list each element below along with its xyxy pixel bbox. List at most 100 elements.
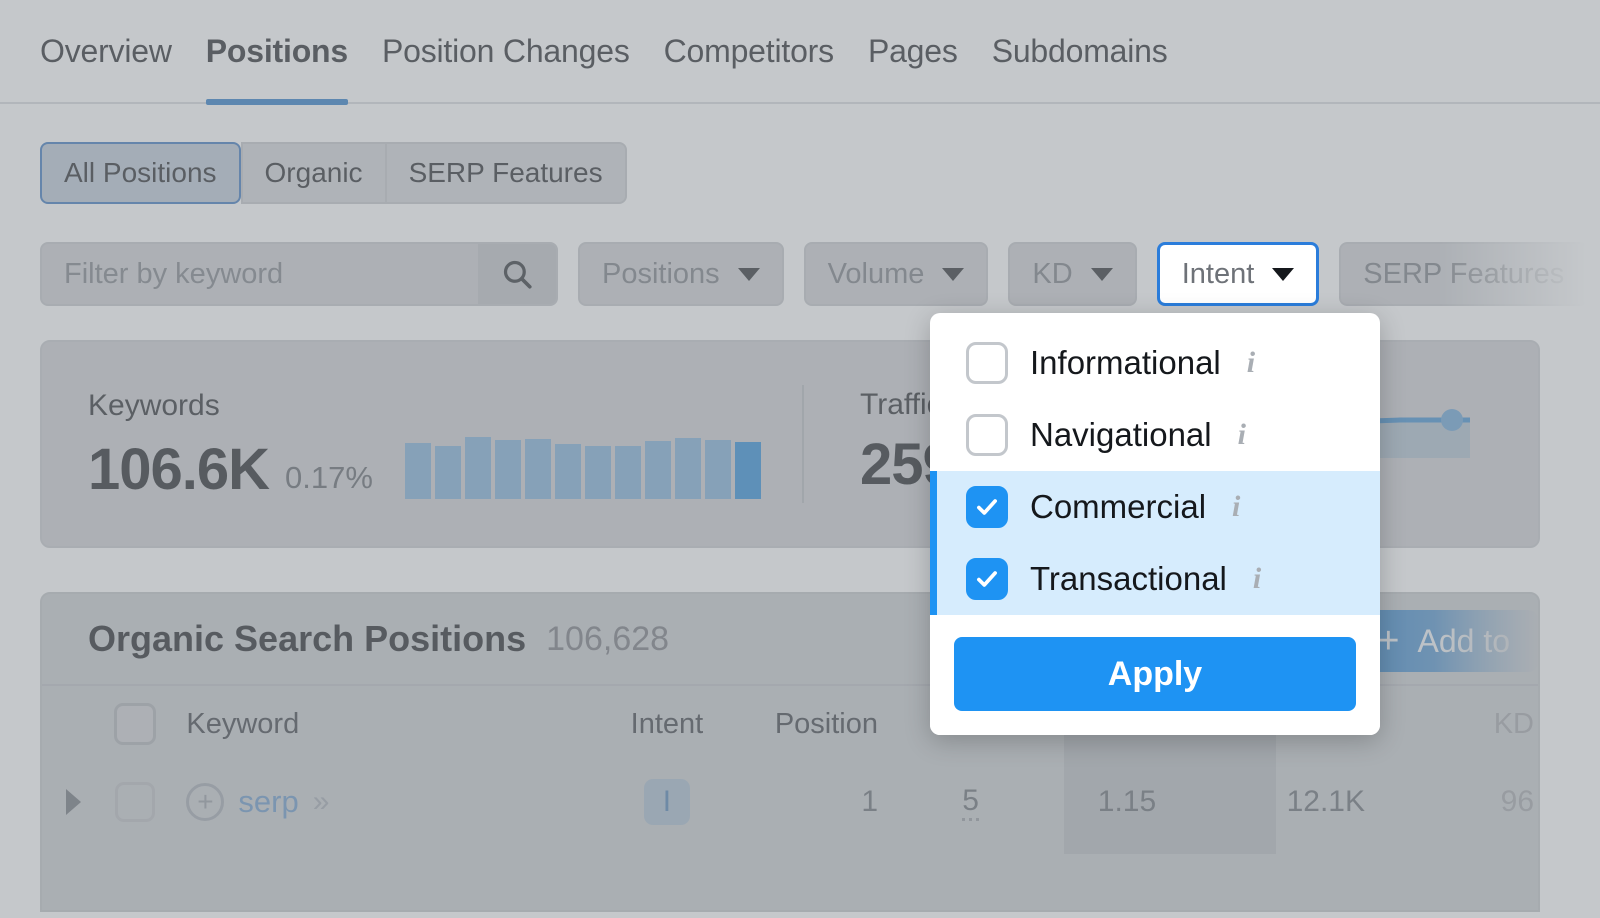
expand-row-cell[interactable] [42, 789, 104, 815]
select-all-cell[interactable] [104, 703, 166, 745]
sparkline-bar [434, 446, 461, 499]
informational-checkbox[interactable] [966, 342, 1008, 384]
filter-label: Volume [827, 257, 925, 290]
add-to-label: Add to [1417, 622, 1510, 659]
keyword-search-box[interactable]: Filter by keyword [40, 242, 558, 306]
column-header-intent[interactable]: Intent [582, 708, 752, 741]
tab-label: Position Changes [381, 32, 630, 69]
filter-positions[interactable]: Positions [578, 242, 784, 306]
tab-label: Pages [867, 32, 958, 69]
option-label: Commercial [1030, 488, 1207, 525]
result-count: 106,628 [546, 619, 670, 658]
cell-keyword: + serp » [166, 783, 582, 821]
column-header-position[interactable]: Position [752, 708, 914, 741]
select-all-checkbox[interactable] [114, 703, 157, 745]
apply-button[interactable]: Apply [954, 637, 1356, 711]
commercial-checkbox[interactable] [966, 486, 1008, 528]
intent-option-transactional[interactable]: Transactional i [930, 543, 1380, 615]
segment-serp-features[interactable]: SERP Features [384, 142, 627, 204]
sparkline-bar [704, 440, 731, 499]
intent-option-commercial[interactable]: Commercial i [930, 471, 1380, 543]
check-icon [977, 571, 997, 587]
tab-label: Overview [40, 32, 172, 69]
sparkline-bar [494, 440, 521, 499]
sparkline-bar [554, 444, 581, 499]
filter-kd[interactable]: KD [1008, 242, 1137, 306]
sparkline-bar [644, 441, 671, 499]
check-icon [977, 499, 997, 515]
sparkline-bar [464, 437, 491, 499]
intent-option-informational[interactable]: Informational i [930, 327, 1380, 399]
cell-sf: 5 [914, 784, 1027, 821]
chevron-down-icon [1090, 267, 1113, 281]
cell-volume: 12.1K [1286, 785, 1365, 818]
filter-label: SERP Features [1363, 257, 1565, 290]
table-row[interactable]: + serp » I 1 5 1.15 12.1K 96 [42, 762, 1538, 842]
sparkline-bar [584, 446, 611, 499]
option-label: Informational [1030, 344, 1221, 381]
search-icon [503, 260, 532, 289]
sparkline-bar [524, 439, 551, 499]
info-icon[interactable]: i [1238, 418, 1246, 452]
segment-label: SERP Features [408, 157, 603, 188]
column-label: KD [1493, 707, 1535, 740]
segment-organic[interactable]: Organic [240, 142, 385, 204]
info-icon[interactable]: i [1232, 490, 1240, 524]
sparkline-bar [734, 442, 761, 499]
sparkline-bar [674, 438, 701, 499]
filter-volume[interactable]: Volume [803, 242, 989, 306]
keywords-sparkline-chart [404, 437, 761, 499]
sf-value[interactable]: 5 [962, 784, 979, 821]
intent-option-navigational[interactable]: Navigational i [930, 399, 1380, 471]
plus-icon: + [1377, 620, 1400, 662]
stat-keywords: Keywords 106.6K 0.17% [42, 389, 802, 499]
info-icon[interactable]: i [1253, 562, 1261, 596]
tab-label: Subdomains [991, 32, 1168, 69]
tab-competitors[interactable]: Competitors [663, 0, 835, 103]
row-select-cell[interactable] [104, 782, 166, 822]
filter-label: Positions [602, 257, 720, 290]
transactional-checkbox[interactable] [966, 558, 1008, 600]
row-checkbox[interactable] [115, 782, 156, 822]
tab-overview[interactable]: Overview [40, 0, 172, 103]
filter-serp-features[interactable]: SERP Features [1339, 242, 1589, 306]
sparkline-bar [614, 446, 641, 499]
search-input[interactable]: Filter by keyword [42, 244, 478, 304]
filter-label: Intent [1181, 257, 1255, 290]
info-icon[interactable]: i [1247, 346, 1255, 380]
column-header-keyword[interactable]: Keyword [166, 708, 582, 741]
cell-kd: 96 [1500, 785, 1535, 818]
column-header-kd[interactable]: KD [1425, 708, 1538, 741]
filter-intent[interactable]: Intent [1156, 242, 1320, 306]
segment-label: All Positions [64, 157, 217, 188]
chevron-down-icon [1272, 267, 1295, 281]
sparkline-bar [404, 443, 431, 499]
double-chevron-right-icon[interactable]: » [313, 785, 330, 819]
filter-label: KD [1032, 257, 1073, 290]
filter-toolbar: Filter by keyword Positions Volume KD In… [40, 242, 1589, 306]
cell-position: 1 [861, 785, 878, 818]
cell-traffic-pct: 1.15 [1097, 785, 1157, 818]
column-label: Intent [630, 707, 704, 740]
apply-button-wrapper: Apply [930, 615, 1380, 735]
add-keyword-icon[interactable]: + [186, 783, 225, 821]
tab-positions[interactable]: Positions [205, 0, 349, 105]
stat-change: 0.17% [285, 460, 373, 496]
column-label: Position [774, 707, 878, 740]
tab-label: Positions [205, 32, 348, 69]
tab-label: Competitors [663, 32, 835, 69]
search-button[interactable] [478, 244, 556, 304]
stat-label: Keywords [88, 389, 220, 422]
intent-badge[interactable]: I [643, 779, 690, 825]
tab-position-changes[interactable]: Position Changes [382, 0, 630, 103]
chevron-right-icon[interactable] [65, 789, 81, 815]
column-label: Keyword [186, 707, 300, 740]
segment-label: Organic [264, 157, 363, 188]
segment-all-positions[interactable]: All Positions [40, 142, 241, 204]
navigational-checkbox[interactable] [966, 414, 1008, 456]
tab-subdomains[interactable]: Subdomains [992, 0, 1168, 103]
tab-pages[interactable]: Pages [868, 0, 958, 103]
option-label: Navigational [1030, 416, 1212, 453]
main-tab-bar: Overview Positions Position Changes Comp… [0, 0, 1600, 105]
keyword-link[interactable]: serp [238, 784, 298, 820]
